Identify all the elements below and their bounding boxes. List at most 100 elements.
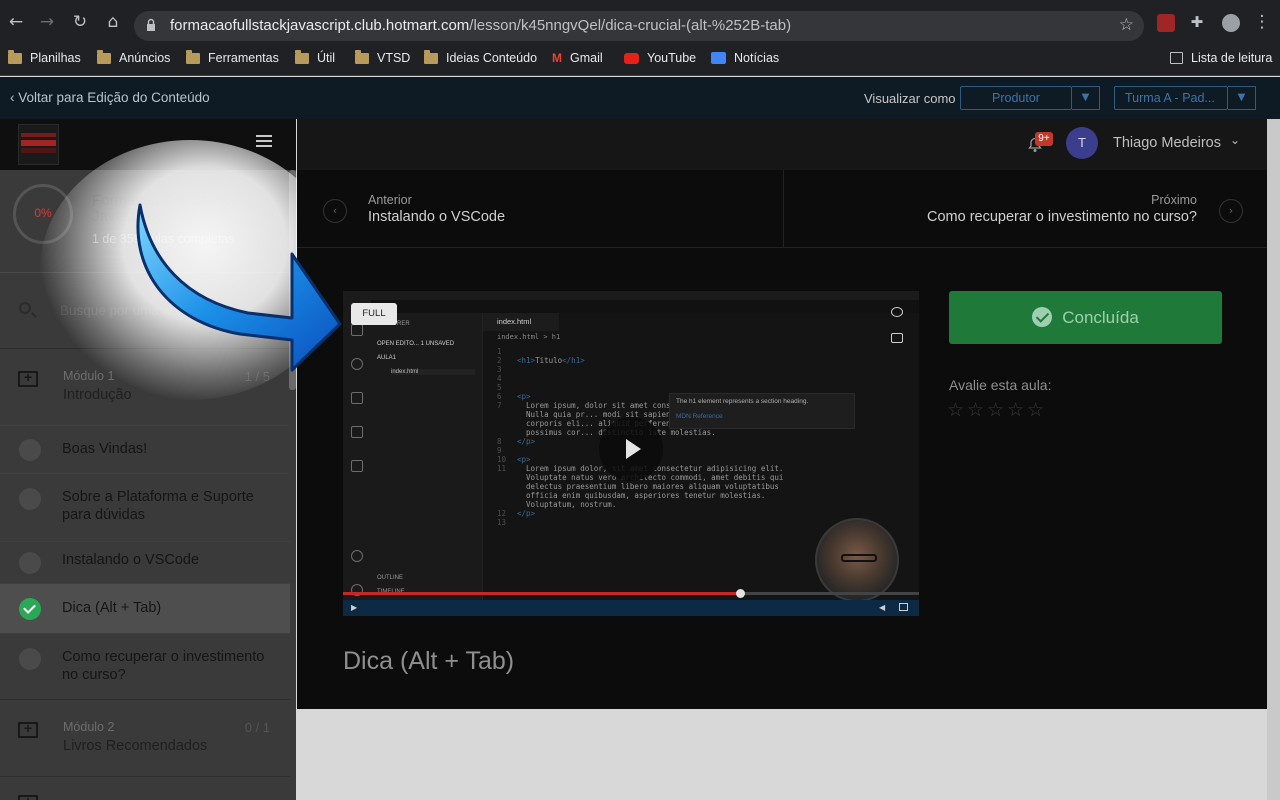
- vscode-activity-bar: [343, 300, 371, 600]
- outline-section: OUTLINE: [377, 575, 404, 581]
- lessons-completed: 1 de 359 aulas completas: [92, 232, 235, 246]
- chevron-right-icon[interactable]: ›: [1219, 199, 1243, 223]
- video-progress-bar[interactable]: [343, 589, 919, 598]
- mark-complete-button[interactable]: Concluída: [949, 291, 1222, 344]
- next-lesson-link[interactable]: Como recuperar o investimento no curso?: [927, 209, 1197, 225]
- next-label: Próximo: [1151, 193, 1197, 207]
- lesson-status-icon: [19, 488, 41, 510]
- chevron-down-icon[interactable]: ▼: [1072, 86, 1100, 110]
- bookmark-youtube[interactable]: YouTube: [624, 51, 696, 65]
- editor-breadcrumb: index.html > h1: [497, 333, 561, 341]
- address-bar[interactable]: formacaofullstackjavascript.club.hotmart…: [134, 11, 1144, 41]
- url-text: formacaofullstackjavascript.club.hotmart…: [170, 17, 792, 34]
- bookmark-util[interactable]: Útil: [295, 49, 335, 65]
- back-icon[interactable]: ←: [6, 12, 26, 32]
- main-header: 9+ T Thiago Medeiros ⌄: [297, 119, 1267, 170]
- extension-ff-icon[interactable]: [1157, 14, 1175, 32]
- video-controls-bar: ▶ ◀: [343, 600, 919, 616]
- star-rating[interactable]: ☆☆☆☆☆: [947, 399, 1047, 421]
- avatar[interactable]: T: [1066, 127, 1098, 159]
- reading-list[interactable]: Lista de leitura: [1170, 51, 1272, 65]
- check-circle-icon: [19, 598, 41, 620]
- bookmark-ideias-conteudo[interactable]: Ideias Conteúdo: [424, 49, 537, 65]
- prev-label: Anterior: [368, 193, 412, 207]
- bookmark-star-icon[interactable]: ☆: [1119, 15, 1134, 35]
- play-small-icon[interactable]: ▶: [351, 603, 357, 612]
- reload-icon[interactable]: ↻: [70, 12, 90, 32]
- bookmark-anuncios[interactable]: Anúncios: [97, 49, 170, 65]
- reading-list-icon: [1170, 52, 1183, 64]
- lesson-navigation: ‹ Anterior Instalando o VSCode Próximo C…: [297, 170, 1267, 248]
- youtube-icon: [624, 52, 639, 64]
- bookmark-ferramentas[interactable]: Ferramentas: [186, 49, 279, 65]
- back-to-edit-link[interactable]: ‹ Voltar para Edição do Conteúdo: [10, 90, 210, 105]
- lock-icon: [147, 18, 155, 31]
- module-title: Livros Recomendados: [63, 738, 208, 754]
- check-circle-icon: [1032, 307, 1053, 327]
- module-title: Introdução: [63, 387, 132, 403]
- open-editors: OPEN EDITO... 1 UNSAVED: [377, 341, 455, 347]
- complete-label: Concluída: [1062, 308, 1139, 327]
- forward-icon[interactable]: →: [37, 12, 57, 32]
- extensions-puzzle-icon[interactable]: ✚: [1188, 14, 1206, 32]
- lesson-search-input[interactable]: [60, 299, 260, 321]
- course-sidebar: 0% Formação Full Stack Javascript 1 de 3…: [0, 119, 296, 800]
- lesson-status-icon: [19, 552, 41, 574]
- module-item[interactable]: [0, 776, 290, 800]
- profile-avatar-icon[interactable]: [1222, 14, 1240, 32]
- bookmarks-bar: Planilhas Anúncios Ferramentas Útil VTSD…: [0, 44, 1280, 76]
- fullscreen-icon[interactable]: [899, 603, 908, 611]
- lesson-status-icon: [19, 648, 41, 670]
- play-button[interactable]: [599, 417, 663, 481]
- module-item[interactable]: Módulo 2 Livros Recomendados 0 / 1: [0, 699, 290, 777]
- class-select[interactable]: Turma A - Pad...: [1114, 86, 1228, 110]
- video-player[interactable]: EXPLORER OPEN EDITO... 1 UNSAVED AULA1 i…: [343, 291, 919, 616]
- user-name[interactable]: Thiago Medeiros: [1113, 135, 1221, 151]
- browser-menu-icon[interactable]: ⋮: [1252, 12, 1272, 32]
- search-icon: [19, 302, 31, 314]
- hamburger-menu-icon[interactable]: [256, 135, 272, 149]
- editor-topbar: ‹ Voltar para Edição do Conteúdo Visuali…: [0, 77, 1280, 119]
- lesson-item-active[interactable]: Dica (Alt + Tab): [0, 583, 290, 633]
- lesson-item[interactable]: Sobre a Plataforma e Suporte para dúvida…: [0, 473, 290, 541]
- vscode-explorer: EXPLORER OPEN EDITO... 1 UNSAVED AULA1 i…: [371, 313, 483, 600]
- gmail-icon: M: [552, 51, 562, 65]
- lesson-search: [0, 272, 290, 347]
- tooltip-text: The h1 element represents a section head…: [676, 398, 809, 405]
- notification-badge: 9+: [1035, 132, 1053, 146]
- folder-add-icon: [18, 720, 38, 738]
- folder-add-icon: [18, 793, 38, 800]
- view-as-label: Visualizar como: [864, 91, 956, 106]
- lesson-title-heading: Dica (Alt + Tab): [343, 647, 515, 675]
- bookmark-planilhas[interactable]: Planilhas: [8, 49, 81, 65]
- module-count: 0 / 1: [244, 720, 270, 735]
- page-scrollbar-area: [1267, 119, 1280, 800]
- folder-icon: [355, 49, 369, 64]
- news-icon: [711, 52, 726, 64]
- chevron-down-icon[interactable]: ⌄: [1230, 133, 1240, 147]
- folder-icon: [186, 49, 200, 64]
- sidebar-scrollbar[interactable]: [289, 170, 296, 390]
- lesson-item[interactable]: Boas Vindas!: [0, 425, 290, 473]
- course-logo[interactable]: [18, 124, 59, 165]
- module-label: Módulo 1: [63, 369, 115, 383]
- lesson-item[interactable]: Como recuperar o investimento no curso?: [0, 633, 290, 697]
- bookmark-gmail[interactable]: M Gmail: [552, 51, 603, 65]
- chevron-down-icon[interactable]: ▼: [1228, 86, 1256, 110]
- prev-lesson-link[interactable]: Instalando o VSCode: [368, 209, 505, 225]
- view-as-select[interactable]: Produtor: [960, 86, 1072, 110]
- volume-icon[interactable]: ◀: [879, 603, 885, 612]
- back-to-edit-label: Voltar para Edição do Conteúdo: [18, 90, 210, 105]
- chevron-left-icon[interactable]: ‹: [323, 199, 347, 223]
- settings-gear-icon[interactable]: [891, 307, 903, 317]
- folder-add-icon: [18, 369, 38, 387]
- bookmark-vtsd[interactable]: VTSD: [355, 49, 410, 65]
- module-item[interactable]: Módulo 1 Introdução 1 / 5: [0, 348, 290, 426]
- home-icon[interactable]: ⌂: [103, 12, 123, 32]
- lesson-item[interactable]: Instalando o VSCode: [0, 541, 290, 583]
- lesson-title: Dica (Alt + Tab): [62, 600, 162, 616]
- bookmark-noticias[interactable]: Notícias: [711, 51, 779, 65]
- webcam-overlay: [815, 518, 899, 602]
- module-label: Módulo 2: [63, 720, 115, 734]
- cast-icon[interactable]: [891, 333, 903, 343]
